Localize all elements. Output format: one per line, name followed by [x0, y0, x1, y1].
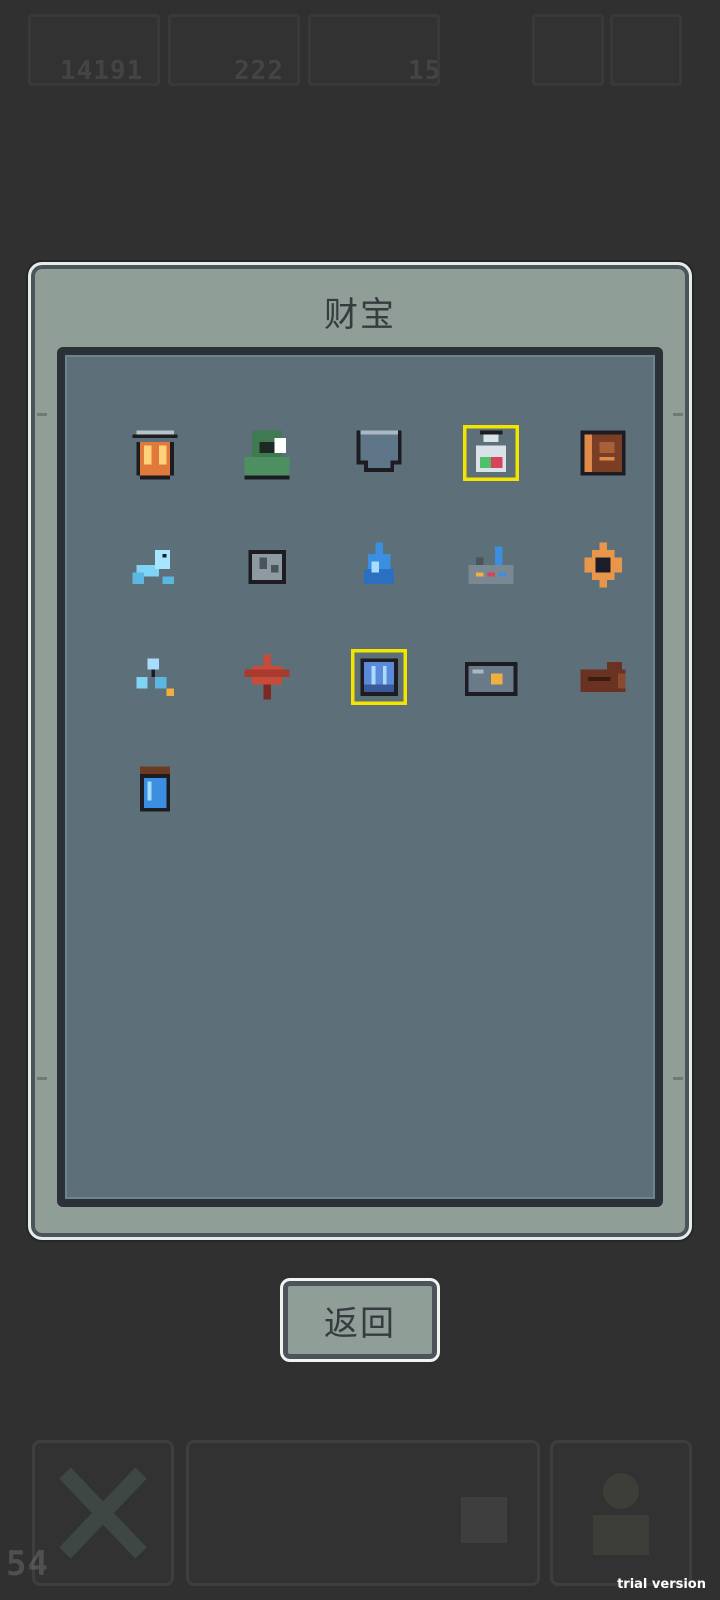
- brown-tome-icon: [580, 430, 626, 476]
- trial-watermark: trial version: [617, 1577, 706, 1592]
- bottom-left-slot: [32, 1440, 174, 1586]
- stone-ore-icon: [248, 550, 286, 584]
- maple-leaf-icon: [244, 654, 290, 700]
- blue-molecule-icon: [136, 658, 174, 696]
- blue-jar-icon: [140, 766, 170, 812]
- blue-crystal-frame-icon: [350, 648, 408, 706]
- currency-3-value: 15: [408, 56, 442, 86]
- top-hud: 14191 222 15: [28, 14, 682, 86]
- item-slot[interactable]: [99, 733, 211, 845]
- item-slot[interactable]: [323, 397, 435, 509]
- panel-title: 财宝: [324, 295, 396, 335]
- hud-button-1: [532, 14, 604, 86]
- rivet: [37, 413, 47, 416]
- camera-box-icon: [464, 662, 518, 696]
- rivet: [37, 1077, 47, 1080]
- item-slot[interactable]: [99, 509, 211, 621]
- water-drop-icon: [364, 542, 394, 584]
- crossed-swords-icon: [59, 1467, 147, 1559]
- item-slot[interactable]: [211, 397, 323, 509]
- currency-1-value: 14191: [60, 56, 144, 86]
- person-icon: [593, 1473, 649, 1555]
- map-icon: [461, 1497, 507, 1543]
- shield-pocket-icon: [356, 430, 402, 472]
- item-slot[interactable]: [99, 621, 211, 733]
- item-slot[interactable]: [547, 397, 659, 509]
- lantern-cup-icon: [132, 430, 178, 480]
- factory-icon: [468, 546, 514, 584]
- dark-diamond-icon: [584, 542, 622, 588]
- item-slot[interactable]: [435, 621, 547, 733]
- wooden-log-icon: [580, 662, 626, 692]
- item-slot[interactable]: [435, 397, 547, 509]
- level-readout: 54: [6, 1544, 49, 1584]
- potion-flask-icon: [462, 424, 520, 482]
- ice-dragon-icon: [132, 550, 174, 584]
- green-hood-icon: [244, 430, 290, 480]
- item-slot[interactable]: [211, 621, 323, 733]
- item-slot[interactable]: [211, 509, 323, 621]
- item-slot[interactable]: [547, 509, 659, 621]
- bottom-center-slot: [186, 1440, 540, 1586]
- rivet: [673, 1077, 683, 1080]
- currency-2-value: 222: [234, 56, 284, 86]
- item-slot[interactable]: [435, 509, 547, 621]
- back-button[interactable]: 返回: [280, 1278, 440, 1362]
- item-slot[interactable]: [547, 621, 659, 733]
- hud-button-2: [610, 14, 682, 86]
- item-grid-area: [57, 347, 663, 1207]
- item-grid: [99, 397, 659, 845]
- rivet: [673, 413, 683, 416]
- item-slot[interactable]: [323, 621, 435, 733]
- treasure-panel: 财宝: [28, 262, 692, 1240]
- bottom-right-slot: [550, 1440, 692, 1586]
- item-slot[interactable]: [323, 509, 435, 621]
- item-slot[interactable]: [99, 397, 211, 509]
